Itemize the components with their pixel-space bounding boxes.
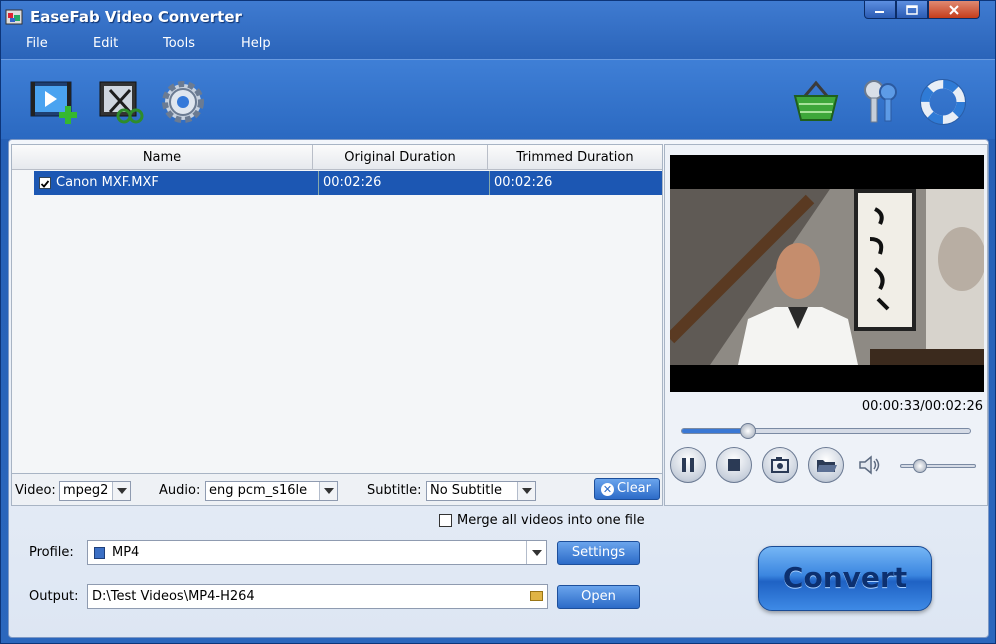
maximize-button[interactable] — [896, 1, 928, 19]
chevron-down-icon — [112, 482, 130, 500]
clear-button[interactable]: ✕ Clear — [594, 478, 660, 500]
app-window: EaseFab Video Converter File Edit Tools … — [0, 0, 996, 644]
open-folder-button[interactable] — [808, 447, 844, 483]
profile-value: MP4 — [112, 545, 140, 560]
seek-slider[interactable] — [681, 423, 971, 439]
keys-icon[interactable] — [856, 78, 906, 126]
volume-slider-thumb[interactable] — [912, 459, 927, 473]
profile-label: Profile: — [29, 545, 74, 560]
file-list[interactable]: Name Original Duration Trimmed Duration … — [11, 144, 663, 474]
video-track-value: mpeg2 — [63, 483, 109, 498]
main-panel: Name Original Duration Trimmed Duration … — [8, 139, 989, 638]
file-row-checkbox[interactable] — [39, 177, 51, 189]
file-trimmed-duration: 00:02:26 — [489, 171, 552, 195]
profile-select[interactable]: MP4 — [87, 540, 547, 565]
output-label: Output: — [29, 589, 79, 604]
merge-label: Merge all videos into one file — [457, 513, 645, 528]
snapshot-button[interactable] — [762, 447, 798, 483]
edit-video-icon[interactable] — [96, 78, 146, 126]
subtitle-select[interactable]: No Subtitle — [426, 481, 536, 501]
stop-icon — [728, 459, 740, 471]
file-name: Canon MXF.MXF — [56, 175, 159, 190]
menu-tools[interactable]: Tools — [163, 36, 195, 51]
title-bar[interactable]: EaseFab Video Converter — [1, 1, 995, 32]
stop-button[interactable] — [716, 447, 752, 483]
checkmark-icon — [40, 180, 50, 188]
maximize-icon — [906, 4, 918, 15]
toolbar — [1, 59, 995, 139]
minimize-icon — [875, 10, 884, 13]
pause-icon — [682, 458, 694, 472]
column-header-original-duration[interactable]: Original Duration — [313, 145, 488, 170]
lifebuoy-icon[interactable] — [919, 78, 969, 126]
merge-checkbox[interactable] — [439, 514, 452, 527]
pause-button[interactable] — [670, 447, 706, 483]
subtitle-value: No Subtitle — [430, 483, 502, 498]
close-button[interactable] — [928, 1, 980, 19]
playback-timecode: 00:00:33/00:02:26 — [861, 399, 983, 414]
chevron-down-icon — [517, 482, 535, 500]
column-header-trimmed-duration[interactable]: Trimmed Duration — [488, 145, 662, 170]
output-path-value: D:\Test Videos\MP4-H264 — [92, 589, 255, 604]
app-logo-icon — [5, 9, 23, 25]
basket-icon[interactable] — [791, 78, 841, 126]
video-preview[interactable] — [670, 155, 984, 392]
menu-bar: File Edit Tools Help — [1, 32, 995, 58]
output-path-field[interactable]: D:\Test Videos\MP4-H264 — [87, 584, 548, 609]
audio-track-select[interactable]: eng pcm_s16le — [205, 481, 338, 501]
minimize-button[interactable] — [864, 1, 896, 19]
volume-icon[interactable] — [857, 453, 881, 477]
menu-file[interactable]: File — [26, 36, 48, 51]
audio-track-label: Audio: — [159, 483, 201, 498]
seek-progress — [682, 429, 749, 433]
gear-icon[interactable] — [159, 78, 209, 126]
preview-panel: 00:00:33/00:02:26 — [664, 144, 988, 506]
profile-format-icon — [94, 547, 105, 559]
file-original-duration: 00:02:26 — [318, 171, 381, 195]
video-track-label: Video: — [15, 483, 56, 498]
seek-slider-thumb[interactable] — [740, 423, 757, 439]
chevron-down-icon — [319, 482, 337, 500]
camera-icon — [771, 457, 789, 473]
column-header-name[interactable]: Name — [12, 145, 313, 170]
convert-button[interactable]: Convert — [758, 546, 932, 611]
video-frame-image — [670, 189, 984, 365]
close-icon — [949, 4, 959, 15]
menu-edit[interactable]: Edit — [93, 36, 118, 51]
folder-icon[interactable] — [530, 591, 543, 601]
video-track-select[interactable]: mpeg2 — [59, 481, 131, 501]
window-title: EaseFab Video Converter — [30, 8, 242, 26]
track-selection-bar: Video: mpeg2 Audio: eng pcm_s16le Subtit… — [11, 474, 663, 506]
clear-x-icon: ✕ — [601, 483, 614, 496]
menu-help[interactable]: Help — [241, 36, 271, 51]
settings-button[interactable]: Settings — [557, 541, 640, 565]
open-output-button[interactable]: Open — [557, 585, 640, 609]
add-video-icon[interactable] — [29, 78, 79, 126]
clear-button-label: Clear — [617, 481, 651, 496]
audio-track-value: eng pcm_s16le — [209, 483, 308, 498]
folder-icon — [817, 460, 837, 472]
subtitle-label: Subtitle: — [367, 483, 422, 498]
file-row[interactable]: Canon MXF.MXF 00:02:26 00:02:26 — [34, 171, 662, 195]
chevron-down-icon[interactable] — [526, 541, 546, 564]
volume-slider[interactable] — [900, 459, 976, 473]
